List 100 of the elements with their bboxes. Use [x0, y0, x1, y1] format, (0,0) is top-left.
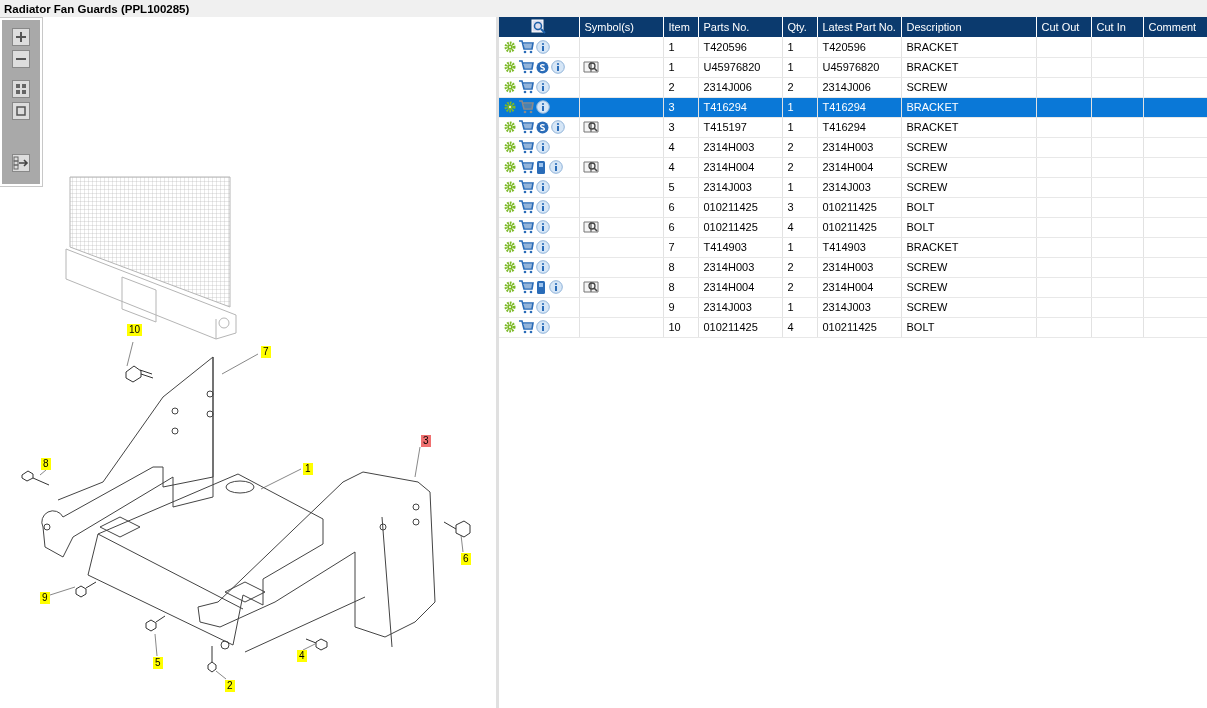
info-icon[interactable]	[551, 60, 565, 75]
table-cell: 1	[782, 37, 817, 57]
cart-icon[interactable]	[518, 39, 534, 54]
table-row[interactable]: 8 2314H003 2 2314H003 SCREW	[499, 257, 1207, 277]
cart-icon[interactable]	[518, 300, 534, 315]
info-icon[interactable]	[536, 220, 550, 235]
table-cell: 2	[782, 77, 817, 97]
cart-icon[interactable]	[518, 280, 534, 294]
table-cell: 2314H003	[698, 257, 782, 277]
table-cell: 2	[782, 137, 817, 157]
book-magnifier-icon[interactable]	[582, 60, 600, 75]
table-row[interactable]: 6 010211425 4 010211425 BOLT	[499, 217, 1207, 237]
leader-line	[221, 353, 259, 375]
column-header[interactable]: Parts No.	[698, 17, 782, 37]
info-icon[interactable]	[536, 320, 550, 335]
cart-icon[interactable]	[518, 240, 534, 255]
table-row[interactable]: 3 T415197 1 T416294 BRACKET	[499, 117, 1207, 137]
book-magnifier-icon[interactable]	[582, 160, 600, 175]
info-icon[interactable]	[536, 300, 550, 315]
gear-icon[interactable]	[504, 101, 516, 114]
table-cell: 4	[782, 217, 817, 237]
column-header[interactable]: Symbol(s)	[579, 17, 663, 37]
column-header[interactable]: Cut Out	[1036, 17, 1091, 37]
cart-icon[interactable]	[518, 140, 534, 155]
fit-window-button[interactable]	[12, 102, 30, 120]
column-header[interactable]: Qty.	[782, 17, 817, 37]
cart-icon[interactable]	[518, 160, 534, 174]
info-icon[interactable]	[536, 100, 550, 115]
zoom-in-button[interactable]	[12, 28, 30, 46]
callout-label[interactable]: 1	[303, 463, 313, 475]
table-row[interactable]: 4 2314H004 2 2314H004 SCREW	[499, 157, 1207, 177]
table-cell: 1	[782, 177, 817, 197]
cart-icon[interactable]	[518, 60, 534, 75]
cart-icon[interactable]	[518, 180, 534, 195]
callout-label[interactable]: 3	[421, 435, 431, 447]
table-cell: SCREW	[901, 257, 1036, 277]
table-cell: 010211425	[698, 197, 782, 217]
column-header[interactable]: Item	[663, 17, 698, 37]
info-icon[interactable]	[536, 80, 550, 95]
info-icon[interactable]	[536, 200, 550, 215]
cart-icon[interactable]	[518, 80, 534, 95]
callout-label[interactable]: 6	[461, 553, 471, 565]
leader-line	[215, 670, 227, 680]
table-row[interactable]: 5 2314J003 1 2314J003 SCREW	[499, 177, 1207, 197]
table-row[interactable]: 1 U45976820 1 U45976820 BRACKET	[499, 57, 1207, 77]
table-row[interactable]: 10 010211425 4 010211425 BOLT	[499, 317, 1207, 337]
callout-label[interactable]: 5	[153, 657, 163, 669]
table-cell: BOLT	[901, 317, 1036, 337]
table-row[interactable]: 9 2314J003 1 2314J003 SCREW	[499, 297, 1207, 317]
table-cell: 2314H004	[698, 157, 782, 177]
book-icon[interactable]	[536, 279, 547, 295]
book-magnifier-icon[interactable]	[582, 120, 600, 135]
book-magnifier-icon[interactable]	[582, 220, 600, 235]
zoom-out-button[interactable]	[12, 50, 30, 68]
book-magnifier-icon[interactable]	[582, 280, 600, 295]
cart-icon[interactable]	[518, 220, 534, 235]
callout-label[interactable]: 2	[225, 680, 235, 692]
callout-label[interactable]: 4	[297, 650, 307, 662]
info-icon[interactable]	[536, 180, 550, 195]
table-cell: SCREW	[901, 297, 1036, 317]
column-header[interactable]: Comment	[1143, 17, 1207, 37]
export-list-button[interactable]	[12, 154, 30, 172]
table-row[interactable]: 7 T414903 1 T414903 BRACKET	[499, 237, 1207, 257]
leader-line	[414, 446, 421, 478]
callout-label[interactable]: 10	[127, 324, 143, 336]
callout-label[interactable]: 9	[40, 592, 50, 604]
info-icon[interactable]	[536, 240, 550, 255]
leader-line	[460, 534, 464, 553]
info-icon[interactable]	[536, 39, 550, 54]
column-header[interactable]: Cut In	[1091, 17, 1143, 37]
info-icon[interactable]	[536, 140, 550, 155]
table-cell: BRACKET	[901, 37, 1036, 57]
table-cell: T420596	[817, 37, 901, 57]
cart-icon[interactable]	[518, 260, 534, 275]
table-row[interactable]: 6 010211425 3 010211425 BOLT	[499, 197, 1207, 217]
info-icon[interactable]	[536, 260, 550, 275]
column-header[interactable]: Latest Part No.	[817, 17, 901, 37]
leader-line	[154, 633, 158, 657]
table-row[interactable]: 1 T420596 1 T420596 BRACKET	[499, 37, 1207, 57]
column-header[interactable]: Description	[901, 17, 1036, 37]
table-row[interactable]: 3 T416294 1 T416294 BRACKET	[499, 97, 1207, 117]
s-badge-icon[interactable]	[536, 120, 549, 134]
s-badge-icon[interactable]	[536, 60, 549, 74]
callout-label[interactable]: 8	[41, 458, 51, 470]
table-cell: 2314H004	[817, 277, 901, 297]
table-cell: 2314J003	[817, 177, 901, 197]
info-icon[interactable]	[549, 160, 563, 174]
info-icon[interactable]	[551, 120, 565, 135]
info-icon[interactable]	[549, 280, 563, 294]
search-icon[interactable]	[530, 19, 547, 35]
table-row[interactable]: 4 2314H003 2 2314H003 SCREW	[499, 137, 1207, 157]
table-row[interactable]: 2 2314J006 2 2314J006 SCREW	[499, 77, 1207, 97]
table-row[interactable]: 8 2314H004 2 2314H004 SCREW	[499, 277, 1207, 297]
cart-icon[interactable]	[518, 320, 534, 335]
header-cell[interactable]	[499, 17, 579, 37]
book-icon[interactable]	[536, 159, 547, 175]
callout-label[interactable]: 7	[261, 346, 271, 358]
cart-icon[interactable]	[518, 120, 534, 135]
cart-icon[interactable]	[518, 200, 534, 215]
fit-all-button[interactable]	[12, 80, 30, 98]
